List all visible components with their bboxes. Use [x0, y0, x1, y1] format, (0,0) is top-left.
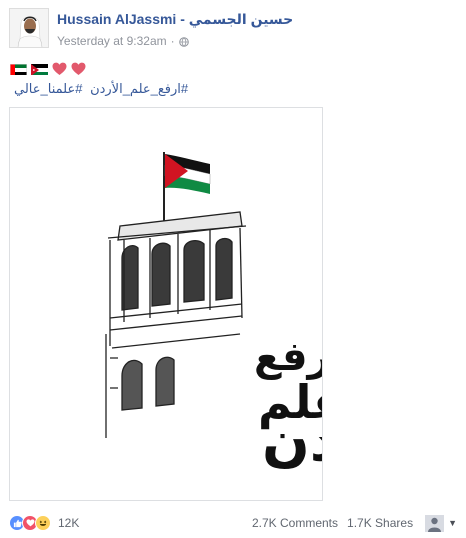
calligraphy-line-3: الأردن	[262, 406, 323, 474]
hashtag-link[interactable]: #ارفع_علم_الأردن	[90, 81, 188, 96]
author-avatar[interactable]	[9, 8, 49, 48]
comments-count[interactable]: 2.7K Comments	[252, 516, 338, 530]
shares-count[interactable]: 1.7K Shares	[347, 516, 413, 530]
reaction-count[interactable]: 12K	[58, 516, 79, 530]
post-image[interactable]: إرفع علم الأردن	[9, 107, 323, 501]
author-name[interactable]: Hussain AlJassmi - حسين الجسمي	[57, 11, 293, 28]
calligraphy-line-1: إرفع	[254, 334, 323, 380]
hashtag-link[interactable]: #علمنا_عالي	[14, 81, 82, 96]
post-meta: Yesterday at 9:32am ·	[57, 34, 293, 48]
jordan-flag-icon	[31, 63, 48, 75]
heart-icon	[52, 62, 67, 76]
jordan-flag-drawing	[164, 154, 211, 194]
reaction-icons[interactable]	[9, 515, 51, 531]
uae-flag-icon	[10, 63, 27, 75]
globe-icon[interactable]	[178, 36, 189, 47]
haha-icon[interactable]	[35, 515, 51, 531]
post-hashtags: #ارفع_علم_الأردن #علمنا_عالي	[10, 81, 188, 97]
post-header: Hussain AlJassmi - حسين الجسمي Yesterday…	[9, 8, 293, 48]
post-footer: 12K 2.7K Comments 1.7K Shares ▼	[9, 514, 457, 532]
facebook-post-card: Hussain AlJassmi - حسين الجسمي Yesterday…	[0, 0, 466, 538]
post-timestamp[interactable]: Yesterday at 9:32am	[57, 34, 167, 48]
clock-tower-drawing	[105, 211, 247, 438]
arabic-calligraphy: إرفع علم الأردن	[254, 334, 323, 474]
page-avatar-icon[interactable]	[425, 514, 445, 532]
post-emoji-line	[10, 62, 86, 76]
chevron-down-icon[interactable]: ▼	[448, 518, 457, 528]
meta-separator: ·	[170, 34, 175, 48]
heart-icon	[71, 62, 86, 76]
